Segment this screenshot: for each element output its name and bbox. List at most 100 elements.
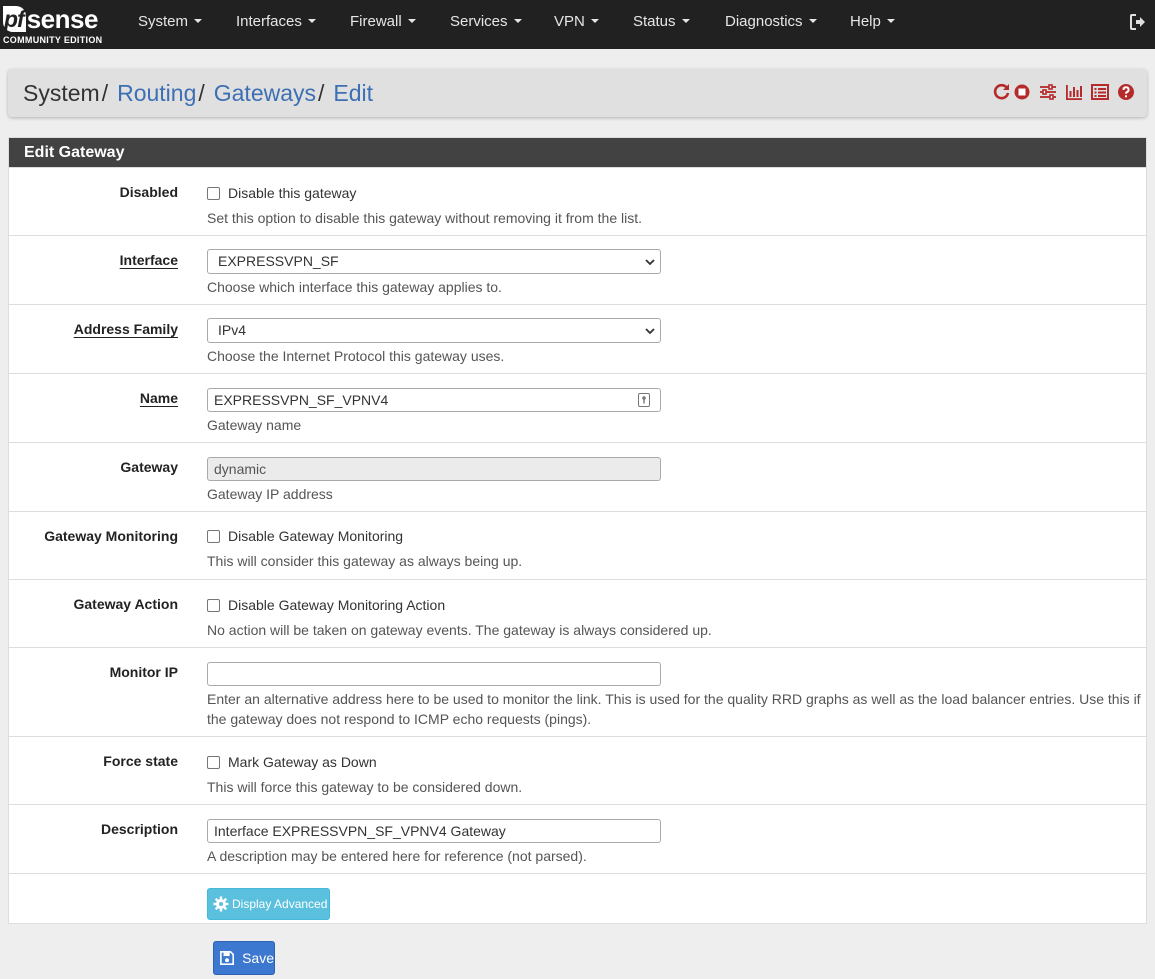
gateway-monitoring-label: Gateway Monitoring	[44, 528, 178, 544]
name-input-value: EXPRESSVPN_SF_VPNV4	[214, 392, 389, 408]
row-monitor-ip: Monitor IP Enter an alternative address …	[9, 647, 1146, 736]
log-icon[interactable]	[1091, 83, 1109, 101]
gateway-input-value: dynamic	[214, 461, 267, 477]
row-name: Name EXPRESSVPN_SF_VPNV4 Gateway name	[9, 373, 1146, 442]
row-gateway: Gateway dynamic Gateway IP address	[9, 442, 1146, 511]
nav-menu-interfaces[interactable]: Interfaces	[236, 0, 316, 44]
address-family-label[interactable]: Address Family	[9, 321, 178, 337]
nav-menu-label: VPN	[554, 13, 585, 30]
name-help: Gateway name	[207, 417, 302, 433]
monitor-ip-help-line1: Enter an alternative address here to be …	[207, 691, 1141, 707]
breadcrumb-shortcuts	[993, 83, 1135, 103]
nav-menu-label: Diagnostics	[725, 13, 803, 30]
address-family-select[interactable]: IPv4	[207, 318, 661, 343]
logo-sense-text: sense	[26, 4, 99, 34]
disabled-label: Disabled	[119, 184, 178, 200]
nav-menu-status[interactable]: Status	[633, 0, 690, 44]
breadcrumb-routing[interactable]: Routing	[117, 80, 196, 106]
row-interface: Interface EXPRESSVPN_SF Choose which int…	[9, 235, 1146, 304]
monitor-ip-label: Monitor IP	[109, 664, 178, 680]
pfsense-logo[interactable]: pf sense COMMUNITY EDITION	[3, 4, 111, 46]
row-advanced: Display Advanced	[9, 873, 1146, 924]
mark-gateway-down-checkbox[interactable]	[207, 755, 220, 769]
breadcrumb-separator: /	[101, 80, 109, 106]
edit-gateway-panel: Edit Gateway Disabled Disable this gatew…	[8, 137, 1147, 924]
stop-icon[interactable]	[1013, 83, 1031, 101]
description-input-value: Interface EXPRESSVPN_SF_VPNV4 Gateway	[214, 823, 506, 839]
disable-monitoring-action-text: Disable Gateway Monitoring Action	[228, 597, 446, 613]
disable-gateway-monitoring-text: Disable Gateway Monitoring	[228, 528, 404, 544]
caret-down-icon	[194, 19, 203, 23]
description-input[interactable]: Interface EXPRESSVPN_SF_VPNV4 Gateway	[207, 819, 661, 843]
gateway-action-label: Gateway Action	[73, 596, 178, 612]
disable-monitoring-action-checkbox[interactable]	[207, 598, 220, 612]
nav-menu-label: Help	[850, 13, 881, 30]
interface-select-value: EXPRESSVPN_SF	[218, 253, 339, 269]
reload-icon[interactable]	[993, 83, 1011, 101]
nav-menu-help[interactable]: Help	[850, 0, 895, 44]
breadcrumb-system: System	[23, 80, 100, 106]
breadcrumb-separator: /	[318, 80, 325, 106]
disabled-help: Set this option to disable this gateway …	[207, 210, 642, 226]
description-label: Description	[100, 821, 178, 837]
nav-menu-label: System	[138, 13, 189, 30]
chevron-down-icon	[645, 259, 655, 266]
nav-menu-system[interactable]: System	[138, 0, 203, 44]
chevron-down-icon	[645, 328, 655, 335]
logo-edition-text: COMMUNITY EDITION	[3, 35, 103, 45]
name-label[interactable]: Name	[9, 390, 178, 406]
name-input[interactable]: EXPRESSVPN_SF_VPNV4	[207, 388, 661, 412]
breadcrumb-separator: /	[198, 80, 205, 106]
nav-menu-diagnostics[interactable]: Diagnostics	[725, 0, 817, 44]
caret-down-icon	[307, 19, 316, 23]
gateway-monitoring-help: This will consider this gateway as alway…	[207, 553, 523, 569]
nav-menu-vpn[interactable]: VPN	[554, 0, 599, 44]
breadcrumb-gateways[interactable]: Gateways	[214, 80, 316, 106]
key-icon[interactable]	[638, 393, 650, 407]
chart-icon[interactable]	[1065, 83, 1083, 101]
logout-icon[interactable]	[1129, 13, 1147, 31]
gateway-label: Gateway	[120, 459, 178, 475]
help-icon[interactable]	[1117, 83, 1135, 101]
row-description: Description Interface EXPRESSVPN_SF_VPNV…	[9, 804, 1146, 873]
monitor-ip-input[interactable]	[207, 662, 661, 686]
breadcrumb-edit[interactable]: Edit	[333, 80, 373, 106]
interface-help: Choose which interface this gateway appl…	[207, 279, 502, 295]
disable-gateway-monitoring-checkbox[interactable]	[207, 529, 220, 543]
gateway-action-help: No action will be taken on gateway event…	[207, 622, 712, 638]
description-help: A description may be entered here for re…	[207, 848, 587, 864]
nav-menu-services[interactable]: Services	[450, 0, 522, 44]
panel-title: Edit Gateway	[9, 138, 1146, 167]
row-gateway-action: Gateway Action Disable Gateway Monitorin…	[9, 579, 1146, 647]
interface-label[interactable]: Interface	[9, 252, 178, 268]
monitor-ip-help-line2: the gateway does not respond to ICMP ech…	[207, 711, 592, 727]
gear-icon	[213, 896, 229, 912]
gateway-help: Gateway IP address	[207, 486, 333, 502]
row-disabled: Disabled Disable this gateway Set this o…	[9, 167, 1146, 235]
gateway-input: dynamic	[207, 457, 661, 481]
row-address-family: Address Family IPv4 Choose the Internet …	[9, 304, 1146, 373]
nav-menu-label: Services	[450, 13, 508, 30]
disable-gateway-checkbox[interactable]	[207, 186, 220, 200]
display-advanced-label: Display Advanced	[232, 897, 328, 911]
save-button[interactable]: Save	[213, 941, 275, 975]
mark-gateway-down-text: Mark Gateway as Down	[228, 754, 377, 770]
address-family-help: Choose the Internet Protocol this gatewa…	[207, 348, 505, 364]
force-state-help: This will force this gateway to be consi…	[207, 779, 523, 795]
interface-select[interactable]: EXPRESSVPN_SF	[207, 249, 661, 274]
force-state-label: Force state	[103, 753, 178, 769]
caret-down-icon	[407, 19, 416, 23]
disable-gateway-text: Disable this gateway	[228, 185, 357, 201]
sliders-icon[interactable]	[1039, 83, 1057, 101]
nav-menu-firewall[interactable]: Firewall	[350, 0, 416, 44]
nav-menu-label: Firewall	[350, 13, 402, 30]
save-label: Save	[242, 950, 274, 966]
display-advanced-button[interactable]: Display Advanced	[207, 888, 330, 920]
row-gateway-monitoring: Gateway Monitoring Disable Gateway Monit…	[9, 511, 1146, 579]
caret-down-icon	[681, 19, 690, 23]
breadcrumb-panel: System/Routing/Gateways/Edit	[8, 69, 1147, 117]
caret-down-icon	[513, 19, 522, 23]
logo-pf-text: pf	[3, 6, 26, 32]
caret-down-icon	[590, 19, 599, 23]
save-icon	[220, 951, 234, 965]
